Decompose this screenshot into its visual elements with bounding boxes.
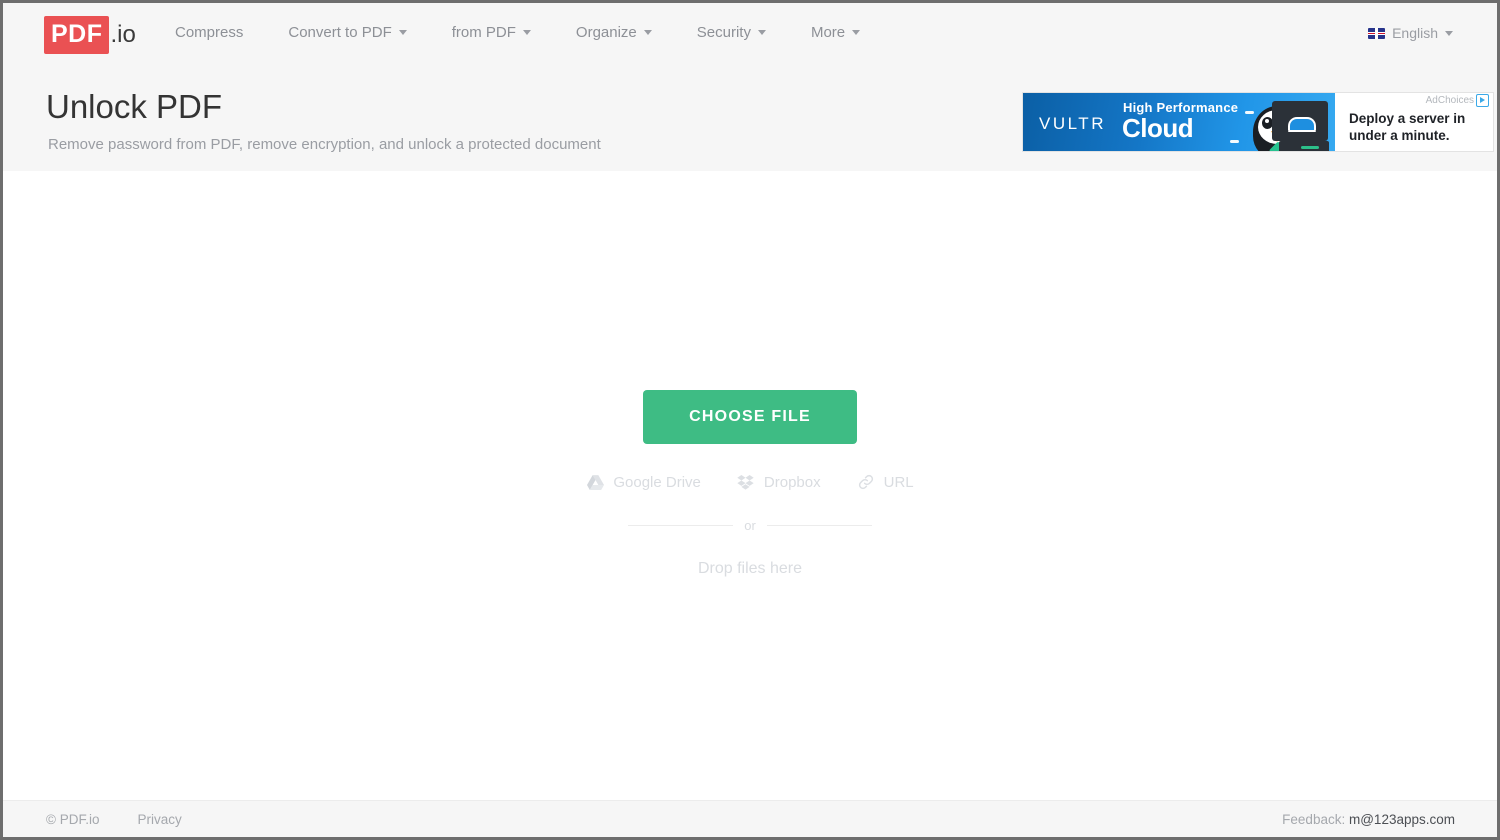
source-label: Dropbox	[764, 475, 821, 490]
browser-viewport: PDF .io Compress Convert to PDF from PDF…	[0, 0, 1500, 840]
drop-files-hint: Drop files here	[520, 560, 980, 578]
site-logo[interactable]: PDF .io	[44, 16, 136, 54]
uploader: CHOOSE FILE Google Drive	[520, 390, 980, 578]
nav-item-label: Security	[697, 25, 751, 40]
link-icon	[857, 473, 875, 491]
page-title: Unlock PDF	[46, 87, 222, 127]
server-icon	[1279, 141, 1329, 151]
ad-artwork: VULTR High Performance Cloud	[1023, 93, 1335, 151]
divider-line-left	[628, 525, 733, 526]
nav-item-compress[interactable]: Compress	[175, 25, 243, 40]
source-label: URL	[884, 475, 914, 490]
footer-feedback: Feedback: m@123apps.com	[1282, 813, 1455, 827]
language-label: English	[1392, 26, 1438, 40]
advertisement-banner[interactable]: VULTR High Performance Cloud	[1022, 92, 1494, 152]
chevron-down-icon	[644, 30, 652, 35]
dropbox-icon	[737, 473, 755, 491]
nav-item-more[interactable]: More	[811, 25, 860, 40]
logo-badge: PDF	[44, 16, 109, 54]
source-url[interactable]: URL	[857, 473, 914, 491]
ad-dash-decoration	[1230, 140, 1239, 143]
nav-item-label: Organize	[576, 25, 637, 40]
logo-suffix: .io	[111, 23, 136, 47]
adchoices-badge[interactable]: AdChoices	[1426, 94, 1489, 107]
adchoices-icon	[1476, 94, 1489, 107]
nav-item-from-pdf[interactable]: from PDF	[452, 25, 531, 40]
nav-item-label: Compress	[175, 25, 243, 40]
adchoices-label: AdChoices	[1426, 96, 1474, 106]
ad-copy-panel: AdChoices Deploy a server in under a min…	[1335, 93, 1493, 151]
footer-copyright: © PDF.io	[46, 813, 99, 827]
ad-copy-line-2: under a minute.	[1349, 127, 1465, 144]
nav-menu: Compress Convert to PDF from PDF Organiz…	[175, 25, 905, 40]
footer-left-group: © PDF.io Privacy	[46, 813, 182, 827]
chevron-down-icon	[852, 30, 860, 35]
divider-line-right	[767, 525, 872, 526]
ad-copy-text: Deploy a server in under a minute.	[1349, 110, 1465, 145]
nav-item-security[interactable]: Security	[697, 25, 766, 40]
main-dropzone[interactable]: CHOOSE FILE Google Drive	[3, 171, 1497, 800]
source-dropbox[interactable]: Dropbox	[737, 473, 821, 491]
chevron-down-icon	[399, 30, 407, 35]
cloud-source-list: Google Drive Dropbox	[520, 473, 980, 491]
choose-file-button[interactable]: CHOOSE FILE	[643, 390, 857, 444]
footer-link-privacy[interactable]: Privacy	[137, 813, 181, 827]
ad-copy-line-1: Deploy a server in	[1349, 110, 1465, 127]
source-label: Google Drive	[613, 475, 701, 490]
chevron-down-icon	[523, 30, 531, 35]
chevron-down-icon	[1445, 31, 1453, 36]
footer-feedback-label: Feedback:	[1282, 812, 1345, 827]
google-drive-icon	[586, 473, 604, 491]
footer-feedback-email[interactable]: m@123apps.com	[1349, 812, 1455, 827]
chevron-down-icon	[758, 30, 766, 35]
language-selector[interactable]: English	[1368, 26, 1453, 40]
source-google-drive[interactable]: Google Drive	[586, 473, 701, 491]
nav-item-organize[interactable]: Organize	[576, 25, 652, 40]
page-root: PDF .io Compress Convert to PDF from PDF…	[3, 3, 1497, 837]
nav-item-convert-to-pdf[interactable]: Convert to PDF	[288, 25, 406, 40]
monitor-icon	[1272, 101, 1328, 141]
page-subtitle: Remove password from PDF, remove encrypt…	[48, 135, 601, 155]
footer: © PDF.io Privacy Feedback: m@123apps.com	[3, 800, 1497, 837]
nav-item-label: More	[811, 25, 845, 40]
divider-label: or	[733, 519, 767, 532]
ad-brand-label: VULTR	[1039, 114, 1106, 134]
uk-flag-icon	[1368, 28, 1385, 39]
navbar: PDF .io Compress Convert to PDF from PDF…	[3, 3, 1497, 69]
nav-item-label: from PDF	[452, 25, 516, 40]
or-divider: or	[520, 519, 980, 532]
nav-item-label: Convert to PDF	[288, 25, 391, 40]
ad-headline-big: Cloud	[1122, 115, 1193, 141]
